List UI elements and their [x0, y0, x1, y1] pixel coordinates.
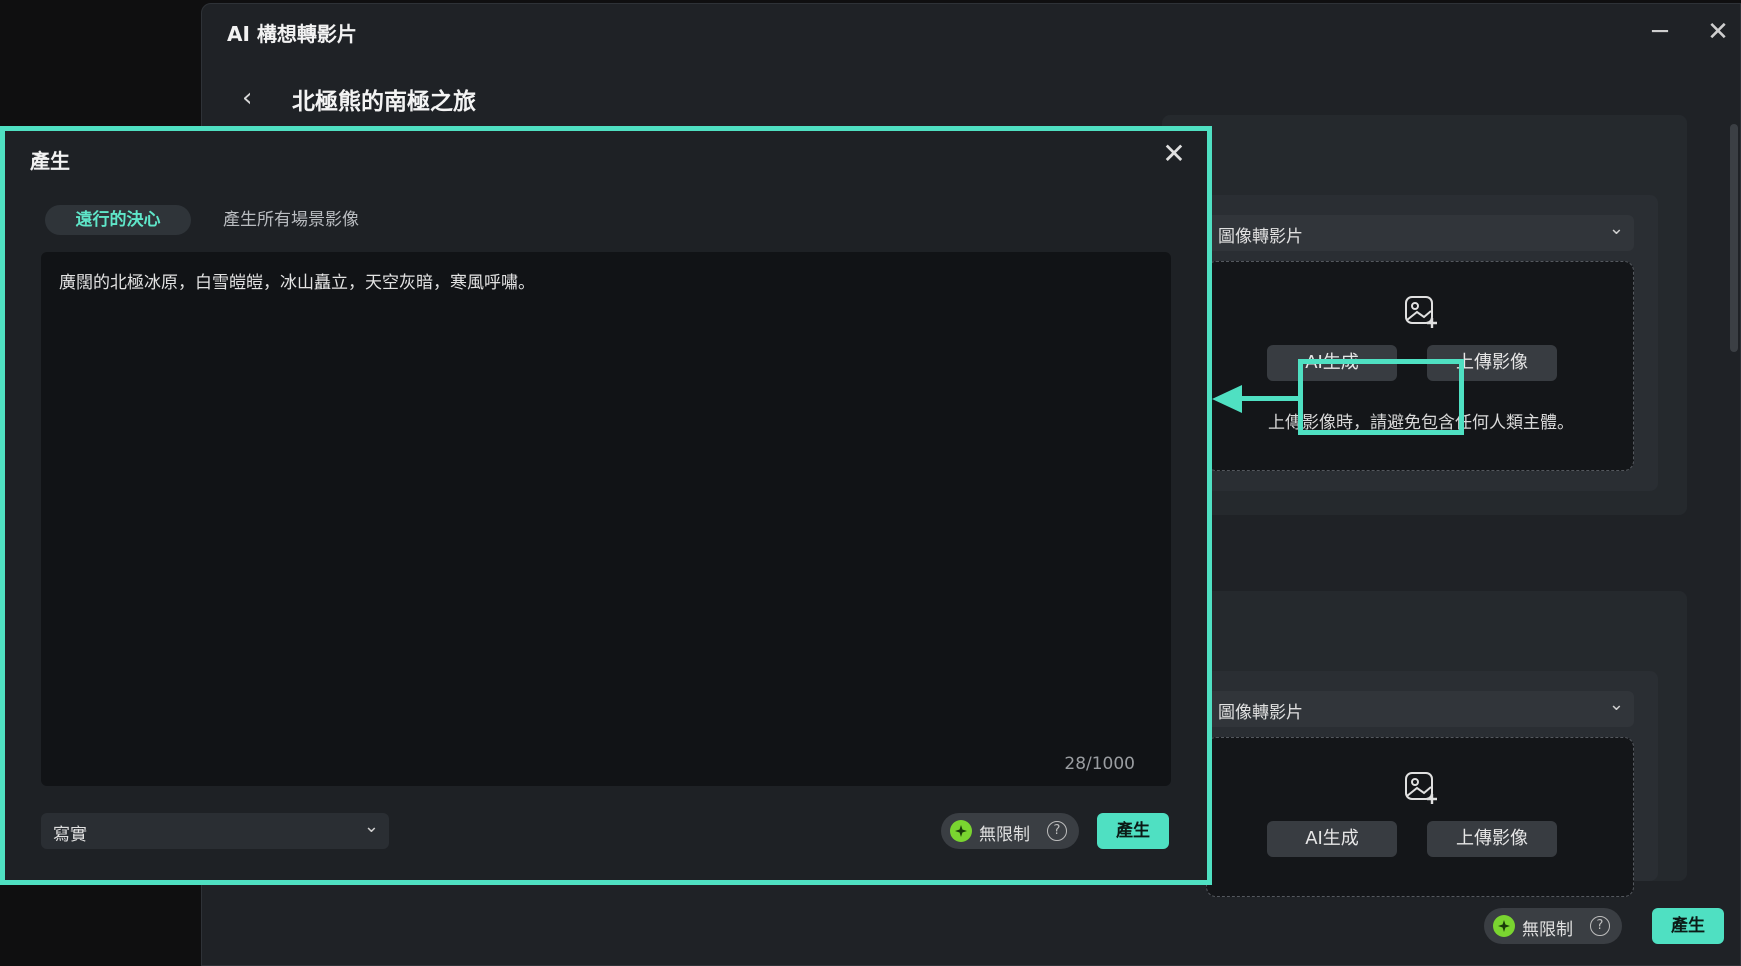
generate-button[interactable]: 產生 — [1652, 908, 1724, 944]
scene-card-1: 圖像轉影片 ⌄ AI生成 上傳影像 上傳影像時，請避免包含任何人類主體。 — [1182, 195, 1658, 491]
highlight-box — [1298, 359, 1464, 435]
dialog-credit-badge[interactable]: 無限制 ? — [941, 813, 1079, 849]
help-icon[interactable]: ? — [1590, 916, 1610, 936]
dialog-title: 產生 — [30, 149, 70, 173]
tab-scene[interactable]: 遠行的決心 — [45, 205, 191, 235]
style-select[interactable]: 寫實 ⌄ — [41, 813, 389, 849]
mode-select-label: 圖像轉影片 — [1218, 227, 1303, 247]
style-select-label: 寫實 — [53, 825, 87, 845]
image-drop-zone-2[interactable]: AI生成 上傳影像 — [1206, 737, 1634, 897]
credit-label: 無限制 — [1522, 920, 1573, 940]
window-close-button[interactable]: ✕ — [1700, 14, 1736, 50]
minimize-button[interactable]: ─ — [1642, 14, 1678, 50]
callout-arrow-icon — [1212, 385, 1242, 413]
page-title: 北極熊的南極之旅 — [292, 89, 476, 115]
mode-select-1[interactable]: 圖像轉影片 ⌄ — [1206, 215, 1634, 251]
add-image-icon — [1405, 772, 1437, 804]
scrollbar[interactable] — [1730, 124, 1738, 352]
scene-panel-1: 圖像轉影片 ⌄ AI生成 上傳影像 上傳影像時，請避免包含任何人類主體。 — [1162, 115, 1687, 515]
dialog-close-button[interactable]: ✕ — [1157, 137, 1191, 171]
credit-gem-icon — [1493, 915, 1515, 937]
credit-badge[interactable]: 無限制 ? — [1484, 908, 1622, 944]
upload-image-button[interactable]: 上傳影像 — [1427, 821, 1557, 857]
window-title: AI 構想轉影片 — [227, 22, 357, 46]
add-image-icon — [1405, 296, 1437, 328]
chevron-down-icon: ⌄ — [363, 816, 379, 837]
scene-card-2: 圖像轉影片 ⌄ AI生成 上傳影像 — [1182, 671, 1658, 897]
ai-generate-button[interactable]: AI生成 — [1267, 821, 1397, 857]
credit-gem-icon — [950, 820, 972, 842]
back-button[interactable]: ‹ — [242, 80, 270, 116]
dialog-generate-button[interactable]: 產生 — [1097, 813, 1169, 849]
mode-select-label: 圖像轉影片 — [1218, 703, 1303, 723]
char-counter: 28/1000 — [1064, 754, 1135, 774]
chevron-down-icon: ⌄ — [1608, 694, 1624, 715]
credit-label: 無限制 — [979, 825, 1030, 845]
mode-select-2[interactable]: 圖像轉影片 ⌄ — [1206, 691, 1634, 727]
prompt-text: 廣闊的北極冰原，白雪皚皚，冰山矗立，天空灰暗，寒風呼嘯。 — [59, 273, 535, 293]
help-icon[interactable]: ? — [1047, 821, 1067, 841]
chevron-down-icon: ⌄ — [1608, 218, 1624, 239]
scene-panel-2: 圖像轉影片 ⌄ AI生成 上傳影像 — [1162, 591, 1687, 897]
prompt-textarea[interactable]: 廣闊的北極冰原，白雪皚皚，冰山矗立，天空灰暗，寒風呼嘯。 28/1000 — [41, 252, 1171, 786]
generate-dialog: 產生 ✕ 遠行的決心 產生所有場景影像 廣闊的北極冰原，白雪皚皚，冰山矗立，天空… — [0, 126, 1212, 885]
tab-all-scene-images[interactable]: 產生所有場景影像 — [223, 205, 359, 235]
